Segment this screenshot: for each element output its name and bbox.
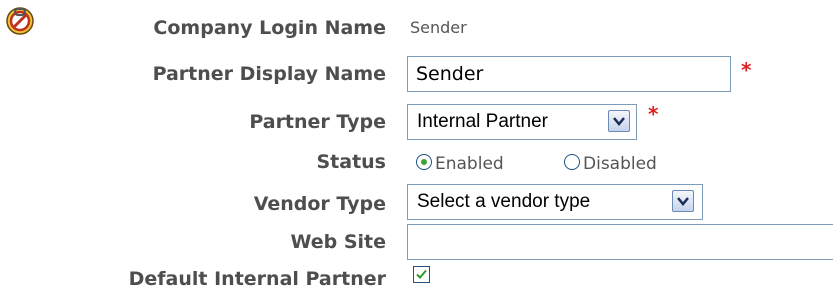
web-site-input[interactable] xyxy=(407,224,833,260)
default-internal-partner-label: Default Internal Partner xyxy=(128,268,386,290)
partner-display-name-label: Partner Display Name xyxy=(152,63,386,85)
default-internal-partner-checkbox[interactable] xyxy=(413,266,430,283)
partner-type-required: * xyxy=(648,102,659,126)
radio-selected-icon[interactable] xyxy=(416,154,432,170)
vendor-type-selected: Select a vendor type xyxy=(417,191,591,212)
partner-type-select[interactable]: Internal Partner xyxy=(407,104,637,140)
partner-type-selected: Internal Partner xyxy=(417,111,548,132)
company-login-name-label: Company Login Name xyxy=(153,17,386,39)
lock-icon xyxy=(4,4,36,36)
checkmark-icon xyxy=(416,269,427,279)
status-disabled-label: Disabled xyxy=(583,154,657,174)
partner-type-label: Partner Type xyxy=(249,111,386,133)
partner-display-name-input[interactable] xyxy=(407,56,731,92)
chevron-down-icon[interactable] xyxy=(608,110,630,132)
status-enabled-label: Enabled xyxy=(435,154,504,174)
company-login-name-value: Sender xyxy=(410,18,467,37)
vendor-type-label: Vendor Type xyxy=(253,193,386,215)
chevron-down-icon[interactable] xyxy=(672,190,694,212)
web-site-label: Web Site xyxy=(290,231,386,253)
radio-unselected-icon[interactable] xyxy=(564,154,580,170)
vendor-type-select[interactable]: Select a vendor type xyxy=(407,184,703,220)
partner-display-name-required: * xyxy=(741,58,752,82)
status-label: Status xyxy=(316,151,386,173)
